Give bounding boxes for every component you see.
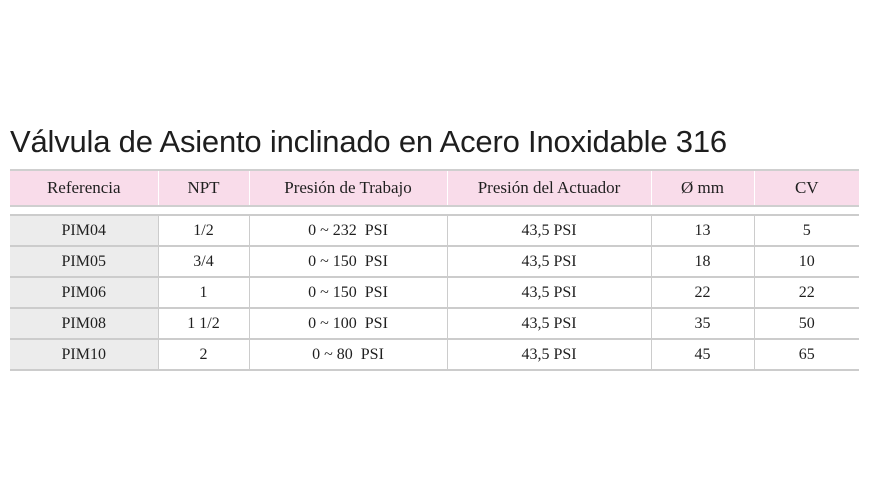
table-row: PIM04 1/2 0 ~ 232 PSI 43,5 PSI 13 5: [10, 214, 859, 246]
cell-presion-actuador: 43,5 PSI: [447, 276, 652, 308]
cell-diameter: 18: [651, 245, 755, 277]
column-header-diameter: Ø mm: [651, 169, 755, 207]
cell-presion-trabajo: 0 ~ 100 PSI: [249, 307, 448, 339]
cell-diameter: 13: [651, 214, 755, 246]
cell-npt: 1 1/2: [158, 307, 250, 339]
cell-cv: 10: [754, 245, 859, 277]
cell-npt: 1: [158, 276, 250, 308]
cell-presion-trabajo: 0 ~ 80 PSI: [249, 338, 448, 371]
cell-presion-trabajo: 0 ~ 232 PSI: [249, 214, 448, 246]
cell-diameter: 45: [651, 338, 755, 371]
cell-referencia: PIM08: [10, 307, 159, 339]
cell-presion-trabajo: 0 ~ 150 PSI: [249, 245, 448, 277]
column-header-referencia: Referencia: [10, 169, 159, 207]
cell-diameter: 22: [651, 276, 755, 308]
cell-presion-actuador: 43,5 PSI: [447, 307, 652, 339]
table-row: PIM06 1 0 ~ 150 PSI 43,5 PSI 22 22: [10, 276, 859, 308]
spec-table: Referencia NPT Presión de Trabajo Presió…: [10, 169, 859, 371]
column-header-cv: CV: [754, 169, 859, 207]
cell-referencia: PIM04: [10, 214, 159, 246]
cell-npt: 1/2: [158, 214, 250, 246]
table-row: PIM08 1 1/2 0 ~ 100 PSI 43,5 PSI 35 50: [10, 307, 859, 339]
table-row: PIM10 2 0 ~ 80 PSI 43,5 PSI 45 65: [10, 338, 859, 371]
cell-presion-actuador: 43,5 PSI: [447, 245, 652, 277]
column-header-presion-actuador: Presión del Actuador: [447, 169, 652, 207]
column-header-presion-trabajo: Presión de Trabajo: [249, 169, 448, 207]
cell-referencia: PIM05: [10, 245, 159, 277]
cell-cv: 5: [754, 214, 859, 246]
cell-presion-trabajo: 0 ~ 150 PSI: [249, 276, 448, 308]
cell-referencia: PIM10: [10, 338, 159, 371]
cell-presion-actuador: 43,5 PSI: [447, 338, 652, 371]
cell-cv: 50: [754, 307, 859, 339]
table-row: PIM05 3/4 0 ~ 150 PSI 43,5 PSI 18 10: [10, 245, 859, 277]
cell-diameter: 35: [651, 307, 755, 339]
table-header-row: Referencia NPT Presión de Trabajo Presió…: [10, 169, 859, 207]
cell-referencia: PIM06: [10, 276, 159, 308]
cell-npt: 2: [158, 338, 250, 371]
cell-cv: 22: [754, 276, 859, 308]
page-title: Válvula de Asiento inclinado en Acero In…: [10, 124, 727, 159]
cell-npt: 3/4: [158, 245, 250, 277]
column-header-npt: NPT: [158, 169, 250, 207]
cell-presion-actuador: 43,5 PSI: [447, 214, 652, 246]
cell-cv: 65: [754, 338, 859, 371]
